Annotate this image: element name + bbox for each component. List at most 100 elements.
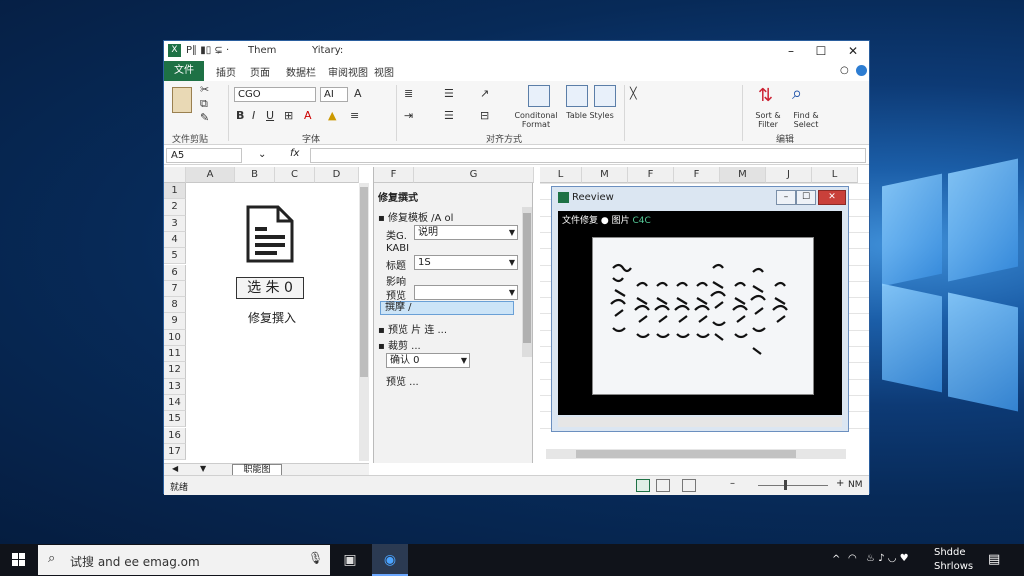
row-header[interactable]: 14 [164,394,186,412]
field3-combo[interactable]: 1S ▼ [414,255,518,270]
tab-page[interactable]: 页面 [250,64,270,79]
sort-filter-button[interactable]: Sort & Filter [748,111,788,129]
col-header[interactable]: C [275,167,315,183]
paste-icon[interactable] [172,87,192,113]
row-header[interactable]: 16 [164,427,186,444]
col-header[interactable]: L [540,167,582,183]
row-header[interactable]: 11 [164,346,186,363]
col-header[interactable]: B [235,167,275,183]
selected-item[interactable]: 撰摩 / [380,301,514,315]
row-header[interactable]: 13 [164,378,186,395]
fx-button[interactable]: fx [290,148,299,159]
align-icon[interactable]: ≡ [350,109,359,122]
col-header[interactable]: F [674,167,720,183]
preview-maximize-button[interactable]: ☐ [796,190,816,205]
row-header[interactable]: 3 [164,215,186,232]
sort-filter-icon[interactable]: ⇅ [758,85,773,106]
name-box[interactable]: A5 [166,148,242,163]
find-select-icon[interactable]: ⌕ [792,83,802,104]
scroll-thumb[interactable] [523,213,531,343]
copy-icon[interactable]: ⧉ [200,97,208,111]
preview-minimize-button[interactable]: – [776,190,796,205]
cancel-formula-icon[interactable]: ⌄ [258,149,266,160]
vertical-scrollbar-left[interactable] [359,183,369,461]
col-header[interactable]: A [186,167,235,183]
borders-icon[interactable]: ⊞ [284,109,293,122]
fill-color-icon[interactable]: ▲ [328,109,336,122]
align-middle-icon[interactable]: ☰ [444,87,454,100]
row-header[interactable]: 2 [164,199,186,216]
field5-combo[interactable]: ▼ [414,285,518,300]
tab-view[interactable]: 视图 [374,64,394,79]
bold-button[interactable]: B [236,109,244,122]
col-header[interactable]: L [812,167,858,183]
col-header[interactable]: M [582,167,628,183]
row-header[interactable]: 5 [164,248,186,265]
format-painter-icon[interactable]: ✎ [200,111,209,124]
row-header[interactable]: 10 [164,329,186,346]
preview-close-button[interactable]: ✕ [818,190,846,205]
edge-icon[interactable]: ◉ [372,544,408,576]
row-header[interactable]: 6 [164,264,186,281]
underline-button[interactable]: U [266,109,274,122]
microphone-icon[interactable]: 🎙 [308,551,323,565]
indent-icon[interactable]: ⇥ [404,109,413,122]
tab-data[interactable]: 数据栏 [286,64,316,79]
task-view-icon[interactable]: ▣ [332,544,368,576]
section-preview[interactable]: ▪ 预览 片 连 ... [378,321,447,336]
pane-scrollbar[interactable] [522,207,532,357]
close-button[interactable]: ✕ [838,42,868,60]
taskbar-search[interactable]: ⌕ 试搜 and ee emag.om 🎙 [38,545,330,575]
cut-icon[interactable]: ✂ [200,83,209,96]
row-header[interactable]: 7 [164,280,186,298]
section-crop[interactable]: ▪ 裁剪 ... [378,337,421,352]
start-button[interactable] [0,544,38,576]
tray-date[interactable]: Shrlows [934,561,973,572]
find-select-button[interactable]: Find & Select [786,111,826,129]
preview-tool-image[interactable]: 图片 [612,216,630,226]
scroll-thumb[interactable] [360,187,368,377]
col-header[interactable]: M [720,167,766,183]
row-header[interactable]: 17 [164,443,186,461]
confirm-combo[interactable]: 确认 0 ▼ [386,353,470,368]
table-styles-button[interactable]: Table Styles [562,111,618,120]
row-header[interactable]: 8 [164,297,186,314]
row-header[interactable]: 1 [164,183,186,200]
merge-icon[interactable]: ⊟ [480,109,489,122]
help-icon[interactable]: ○ [840,65,849,76]
align-top-icon[interactable]: ≣ [404,87,413,100]
orientation-icon[interactable]: ↗ [480,87,489,100]
search-input[interactable]: 试搜 and ee emag.om [70,553,200,570]
font-size-combo[interactable]: AI [320,87,348,102]
col-header[interactable]: F [374,167,414,183]
preview-scrollbar[interactable] [558,417,842,427]
scroll-left-icon[interactable]: ◀ [172,464,178,473]
font-name-combo[interactable]: CGO [234,87,316,102]
notification-icon[interactable]: ▤ [988,552,1000,567]
row-header[interactable]: 4 [164,231,186,249]
page-layout-icon[interactable] [656,479,670,492]
scroll-thumb[interactable] [576,450,796,458]
conditional-format-button[interactable]: Conditonal Format [512,111,560,129]
row-header[interactable]: 12 [164,362,186,379]
tray-chevron-icon[interactable]: ^ [832,554,840,565]
tray-time[interactable]: Shdde [934,547,966,558]
italic-button[interactable]: I [252,109,255,122]
zoom-out-icon[interactable]: – [730,478,735,489]
col-header[interactable]: F [628,167,674,183]
field1-combo[interactable]: 说明 ▼ [414,225,518,240]
normal-view-icon[interactable] [636,479,650,492]
col-header[interactable]: G [414,167,534,183]
tab-review[interactable]: 审阅视图 [328,64,368,79]
cell-styles-icon[interactable] [594,85,616,107]
cells-icon[interactable]: ╳ [630,87,637,100]
tray-network-icon[interactable]: ◠ [848,553,857,564]
account-icon[interactable] [856,65,867,76]
preview-tool-repair[interactable]: 文件修复 [562,216,598,226]
select-button[interactable]: 选 朱 0 [236,277,304,299]
preview-toolbar[interactable]: 文件修复 ● 图片 C4C [562,213,651,226]
tab-file[interactable]: 文件 [164,61,204,81]
maximize-button[interactable]: ☐ [806,42,836,60]
grow-font-icon[interactable]: A [354,87,362,100]
quick-access-toolbar[interactable]: P∥ ▮▯ ⊊ · [186,45,229,56]
